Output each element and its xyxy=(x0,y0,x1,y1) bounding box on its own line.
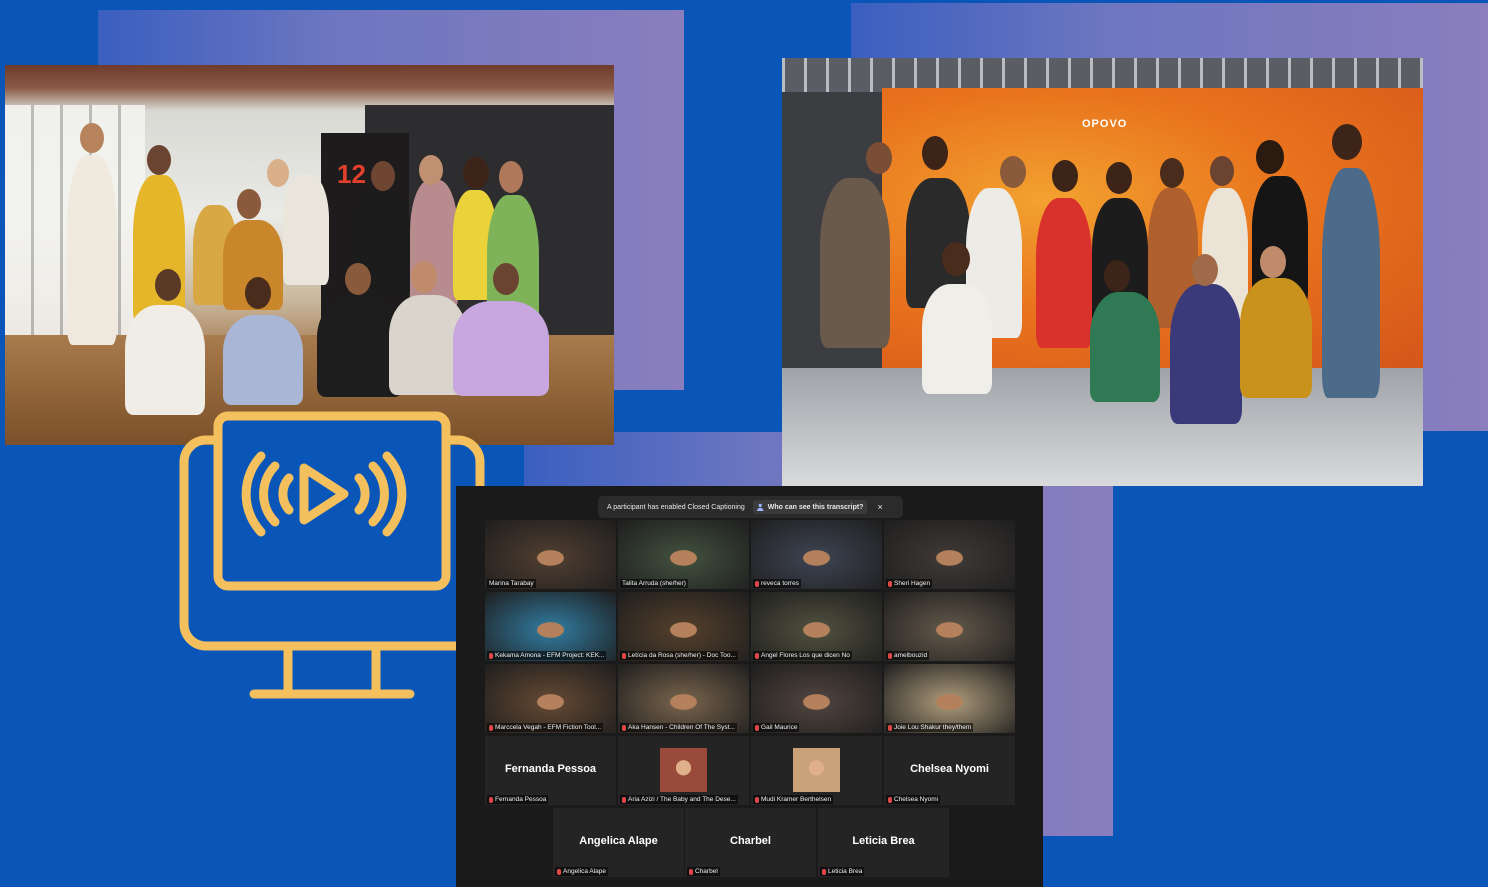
participant-name-label: Chelsea Nyomi xyxy=(886,795,941,804)
microphone-muted-icon xyxy=(557,868,561,875)
participant-avatar xyxy=(660,748,707,792)
participant-tile[interactable]: Chelsea Nyomi Chelsea Nyomi xyxy=(884,736,1015,805)
microphone-muted-icon xyxy=(888,652,892,659)
participant-display-name: Angelica Alape xyxy=(579,835,658,847)
microphone-muted-icon xyxy=(822,868,826,875)
microphone-muted-icon xyxy=(622,724,626,731)
microphone-muted-icon xyxy=(888,796,892,803)
participant-name: Chelsea Nyomi xyxy=(894,796,939,803)
participant-name-label: Angel Flores Los que dicen No xyxy=(753,651,852,660)
participant-name-label: Marccela Vegah - EFM Fiction Tool... xyxy=(487,723,604,732)
person-icon xyxy=(756,503,764,511)
microphone-muted-icon xyxy=(622,796,626,803)
participant-name: Letícia da Rosa (she/her) - Doc Too... xyxy=(628,652,736,659)
participant-name: Aka Hansen - Children Of The Syst... xyxy=(628,724,735,731)
participant-tile[interactable]: Charbel Charbel xyxy=(685,808,816,877)
participant-name: amelbouzid xyxy=(894,652,928,659)
closed-caption-banner: A participant has enabled Closed Caption… xyxy=(598,496,903,518)
participant-name: Joie Lou Shakur they/them xyxy=(894,724,972,731)
microphone-muted-icon xyxy=(888,580,892,587)
participant-name-label: Marina Tarabay xyxy=(487,579,536,588)
participant-tile[interactable]: reveca torres xyxy=(751,520,882,589)
microphone-muted-icon xyxy=(489,796,493,803)
participant-name-label: amelbouzid xyxy=(886,651,930,660)
participant-tile[interactable]: Marccela Vegah - EFM Fiction Tool... xyxy=(485,664,616,733)
participant-name-label: Sheri Hagen xyxy=(886,579,933,588)
participant-tile[interactable]: Mudi Kramer Berthelsen xyxy=(751,736,882,805)
participant-name-label: Fernanda Pessoa xyxy=(487,795,549,804)
close-icon[interactable]: × xyxy=(877,502,882,512)
participant-name-label: Joie Lou Shakur they/them xyxy=(886,723,974,732)
participant-name-label: Gail Maurice xyxy=(753,723,800,732)
participant-name: Leticia Brea xyxy=(828,868,863,875)
participant-tile[interactable]: Marina Tarabay xyxy=(485,520,616,589)
participant-name-label: Kekama Amona - EFM Project: KEK... xyxy=(487,651,607,660)
participant-name-label: Aria Azizi / The Baby and The Dese... xyxy=(620,795,738,804)
participant-name-label: Leticia Brea xyxy=(820,867,865,876)
participant-name: Gail Maurice xyxy=(761,724,798,731)
group-people xyxy=(782,58,1423,486)
participant-tile[interactable]: amelbouzid xyxy=(884,592,1015,661)
participant-name: Marina Tarabay xyxy=(489,580,534,587)
cc-message: A participant has enabled Closed Caption… xyxy=(607,503,745,511)
microphone-muted-icon xyxy=(622,652,626,659)
participant-name-label: Letícia da Rosa (she/her) - Doc Too... xyxy=(620,651,738,660)
participant-tile[interactable]: Angel Flores Los que dicen No xyxy=(751,592,882,661)
participant-name: Marccela Vegah - EFM Fiction Tool... xyxy=(495,724,602,731)
participant-tile[interactable]: Aria Azizi / The Baby and The Dese... xyxy=(618,736,749,805)
participant-name-label: Aka Hansen - Children Of The Syst... xyxy=(620,723,737,732)
microphone-muted-icon xyxy=(489,724,493,731)
group-photo-backdrop: OPOVO xyxy=(782,58,1423,486)
participant-name-label: Charbel xyxy=(687,867,720,876)
participant-name: reveca torres xyxy=(761,580,799,587)
microphone-muted-icon xyxy=(755,796,759,803)
participant-name: Sheri Hagen xyxy=(894,580,931,587)
microphone-muted-icon xyxy=(755,724,759,731)
participant-tile[interactable]: Gail Maurice xyxy=(751,664,882,733)
participant-tile[interactable]: Aka Hansen - Children Of The Syst... xyxy=(618,664,749,733)
microphone-muted-icon xyxy=(489,652,493,659)
microphone-muted-icon xyxy=(755,580,759,587)
participant-name-label: Angelica Alape xyxy=(555,867,609,876)
video-call-window: A participant has enabled Closed Caption… xyxy=(456,486,1043,887)
who-button-label: Who can see this transcript? xyxy=(767,503,864,511)
participant-display-name: Fernanda Pessoa xyxy=(504,763,597,775)
participant-name: Angel Flores Los que dicen No xyxy=(761,652,850,659)
participant-tile[interactable]: Kekama Amona - EFM Project: KEK... xyxy=(485,592,616,661)
participant-name: Kekama Amona - EFM Project: KEK... xyxy=(495,652,605,659)
monitor-play-icon xyxy=(179,411,485,699)
participant-tile[interactable]: Leticia Brea Leticia Brea xyxy=(818,808,949,877)
microphone-muted-icon xyxy=(689,868,693,875)
participant-display-name: Leticia Brea xyxy=(852,835,915,847)
group-photo-indoor: 12 xyxy=(5,65,614,445)
participant-display-name: Charbel xyxy=(730,835,771,847)
participant-name: Aria Azizi / The Baby and The Dese... xyxy=(628,796,736,803)
participant-name-label: Talita Arruda (she/her) xyxy=(620,579,688,588)
participant-tile[interactable]: Angelica Alape Angelica Alape xyxy=(553,808,684,877)
participant-tile[interactable]: Sheri Hagen xyxy=(884,520,1015,589)
who-can-see-transcript-button[interactable]: Who can see this transcript? xyxy=(752,500,868,514)
participant-name: Talita Arruda (she/her) xyxy=(622,580,686,587)
microphone-muted-icon xyxy=(888,724,892,731)
microphone-muted-icon xyxy=(755,652,759,659)
participant-name: Fernanda Pessoa xyxy=(495,796,547,803)
group-people xyxy=(5,65,614,445)
participant-tile[interactable]: Fernanda Pessoa Fernanda Pessoa xyxy=(485,736,616,805)
participant-name-label: reveca torres xyxy=(753,579,801,588)
participant-tile[interactable]: Letícia da Rosa (she/her) - Doc Too... xyxy=(618,592,749,661)
participant-name: Mudi Kramer Berthelsen xyxy=(761,796,832,803)
participant-tile[interactable]: Joie Lou Shakur they/them xyxy=(884,664,1015,733)
participant-name-label: Mudi Kramer Berthelsen xyxy=(753,795,834,804)
participant-avatar xyxy=(793,748,840,792)
participant-display-name: Chelsea Nyomi xyxy=(910,763,989,775)
participant-name: Angelica Alape xyxy=(563,868,607,875)
participant-tile[interactable]: Talita Arruda (she/her) xyxy=(618,520,749,589)
participant-name: Charbel xyxy=(695,868,718,875)
